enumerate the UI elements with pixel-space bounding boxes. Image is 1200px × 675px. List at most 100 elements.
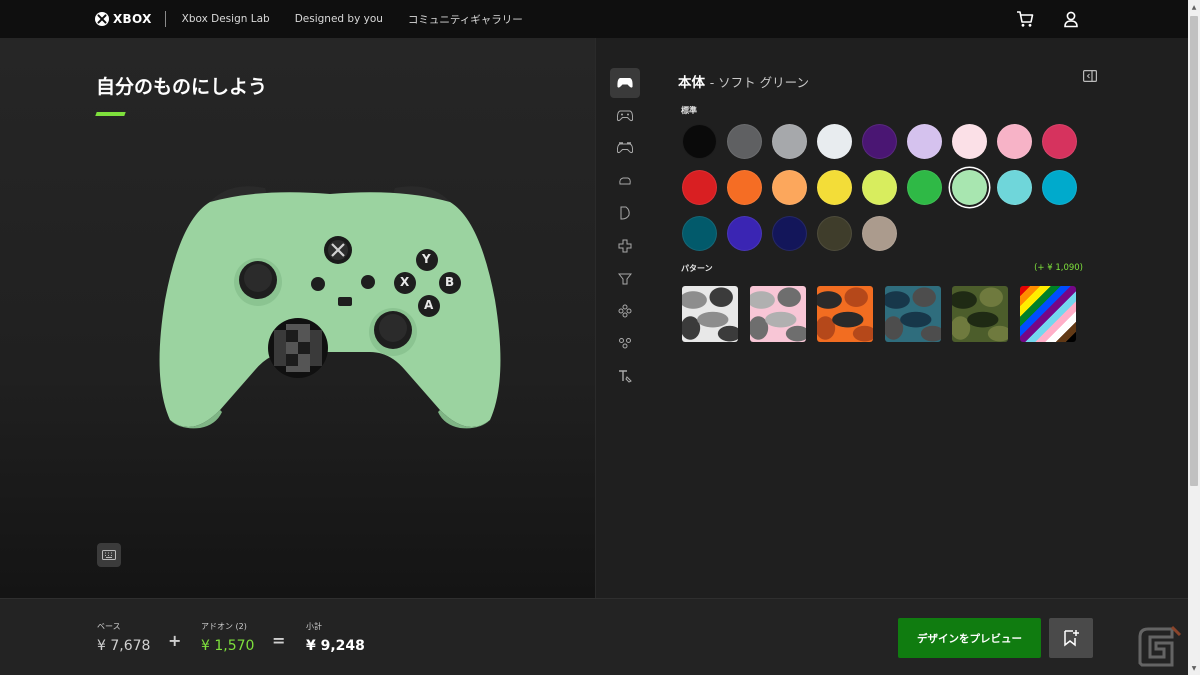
color-swatch-orange[interactable]	[727, 170, 762, 205]
panel-title: 本体 - ソフト グリーン	[678, 71, 809, 91]
thumbstick-icon	[618, 273, 632, 285]
grip-icon	[620, 206, 630, 220]
cart-icon[interactable]	[1016, 10, 1034, 28]
color-swatch-light-pink[interactable]	[952, 124, 987, 159]
color-swatch-indigo[interactable]	[727, 216, 762, 251]
component-view-menu-tab[interactable]	[610, 328, 640, 358]
color-swatch-cyan[interactable]	[1042, 170, 1077, 205]
component-bumpers-tab[interactable]	[610, 133, 640, 163]
color-swatch-purple[interactable]	[862, 124, 897, 159]
color-swatch-red[interactable]	[682, 170, 717, 205]
color-swatch-yellow[interactable]	[817, 170, 852, 205]
keyboard-icon	[102, 550, 116, 560]
view-menu-buttons-icon	[619, 338, 631, 349]
controller-preview-area: 自分のものにしよう Y B X A	[0, 38, 595, 598]
scroll-down-arrow-icon[interactable]: ▼	[1188, 661, 1200, 675]
color-swatch-green[interactable]	[907, 170, 942, 205]
nav-link-community-gallery[interactable]: コミュニティギャラリー	[408, 12, 523, 27]
pattern-swatch-forest-camo[interactable]	[952, 286, 1008, 342]
component-abxy-tab[interactable]	[610, 296, 640, 326]
nav-link-design-lab[interactable]: Xbox Design Lab	[182, 13, 270, 25]
customization-panel: 本体 - ソフト グリーン 標準 パターン (+ ¥ 1,090)	[595, 38, 1188, 598]
hero-accent-bar	[95, 112, 126, 116]
engraving-text-icon	[619, 369, 632, 383]
color-swatch-olive[interactable]	[817, 216, 852, 251]
controller-render[interactable]: Y B X A	[150, 180, 510, 444]
design-lab-page: XBOX Xbox Design Lab Designed by you コミュ…	[0, 0, 1200, 675]
component-dpad-tab[interactable]	[610, 231, 640, 261]
patterns-label: パターン	[681, 264, 713, 273]
controller-back-icon	[617, 110, 633, 121]
face-button-b-label: B	[445, 275, 455, 289]
component-name: 本体	[678, 75, 705, 91]
color-swatch-soft-green[interactable]	[952, 170, 987, 205]
color-swatch-white[interactable]	[817, 124, 852, 159]
pattern-swatch-orange-camo[interactable]	[817, 286, 873, 342]
dpad-icon	[618, 239, 632, 252]
nav-icons	[1016, 10, 1080, 28]
component-engraving-tab[interactable]	[610, 361, 640, 391]
xbox-brand-link[interactable]: XBOX	[95, 12, 152, 26]
addon-price-value: ¥ 1,570	[201, 638, 255, 654]
selected-color-name: - ソフト グリーン	[709, 75, 810, 90]
xbox-logo-icon	[95, 12, 109, 26]
scroll-up-arrow-icon[interactable]: ▲	[1188, 0, 1200, 14]
subtotal-label: 小計	[306, 622, 322, 631]
color-swatch-taupe[interactable]	[862, 216, 897, 251]
price-bar: ベース ¥ 7,678 + アドオン (2) ¥ 1,570 = 小計 ¥ 9,…	[0, 598, 1188, 675]
color-swatch-black[interactable]	[682, 124, 717, 159]
nav-link-designed-by-you[interactable]: Designed by you	[295, 13, 383, 25]
base-price-value: ¥ 7,678	[97, 638, 151, 654]
component-thumbsticks-tab[interactable]	[610, 263, 640, 293]
base-price-block: ベース ¥ 7,678	[97, 621, 150, 654]
collapse-panel-button[interactable]	[1083, 67, 1098, 86]
color-swatch-storm-grey[interactable]	[727, 124, 762, 159]
component-nav	[610, 68, 640, 393]
addon-price-block: アドオン (2) ¥ 1,570	[201, 621, 254, 654]
pattern-swatch-blue-camo[interactable]	[884, 286, 941, 342]
hero-title: 自分のものにしよう	[96, 76, 268, 98]
pattern-price: (+ ¥ 1,090)	[1034, 263, 1083, 273]
save-design-button[interactable]	[1049, 618, 1093, 658]
face-button-y-label: Y	[422, 252, 431, 266]
color-swatch-teal[interactable]	[682, 216, 717, 251]
scroll-thumb[interactable]	[1190, 16, 1198, 486]
component-grip-tab[interactable]	[610, 198, 640, 228]
pattern-swatch-pink-camo[interactable]	[749, 286, 806, 342]
equals-operator: =	[272, 631, 286, 650]
top-nav: XBOX Xbox Design Lab Designed by you コミュ…	[0, 0, 1188, 38]
color-swatch-aqua[interactable]	[997, 170, 1032, 205]
component-back-tab[interactable]	[610, 101, 640, 131]
page-scrollbar[interactable]: ▲ ▼	[1188, 0, 1200, 675]
base-price-label: ベース	[97, 622, 121, 631]
nav-divider	[164, 11, 166, 27]
color-swatch-lavender[interactable]	[907, 124, 942, 159]
preview-design-button[interactable]: デザインをプレビュー	[898, 618, 1041, 658]
pattern-swatch-pride[interactable]	[1019, 286, 1076, 342]
subtotal-value: ¥ 9,248	[306, 638, 365, 654]
standard-colors-label: 標準	[681, 106, 697, 115]
color-swatch-navy[interactable]	[772, 216, 807, 251]
face-button-x-label: X	[400, 275, 410, 289]
color-swatch-raspberry[interactable]	[1042, 124, 1077, 159]
controller-bumpers-icon	[617, 142, 633, 154]
controller-image	[159, 186, 501, 429]
account-icon[interactable]	[1062, 10, 1080, 28]
trigger-icon	[619, 177, 631, 184]
panel-collapse-icon	[1083, 70, 1098, 83]
color-swatch-lime[interactable]	[862, 170, 897, 205]
abxy-buttons-icon	[618, 304, 632, 317]
bookmark-add-icon	[1064, 630, 1079, 647]
color-swatch-pink[interactable]	[997, 124, 1032, 159]
color-swatch-peach[interactable]	[772, 170, 807, 205]
controller-body-icon	[617, 78, 633, 88]
plus-operator: +	[168, 631, 182, 650]
pattern-swatch-arctic-camo[interactable]	[682, 286, 738, 342]
addon-price-label: アドオン (2)	[201, 622, 247, 631]
brand-text: XBOX	[113, 12, 152, 26]
component-body-tab[interactable]	[610, 68, 640, 98]
keyboard-shortcuts-button[interactable]	[97, 543, 121, 567]
color-swatch-silver[interactable]	[772, 124, 807, 159]
face-button-a-label: A	[424, 298, 434, 312]
component-triggers-tab[interactable]	[610, 166, 640, 196]
